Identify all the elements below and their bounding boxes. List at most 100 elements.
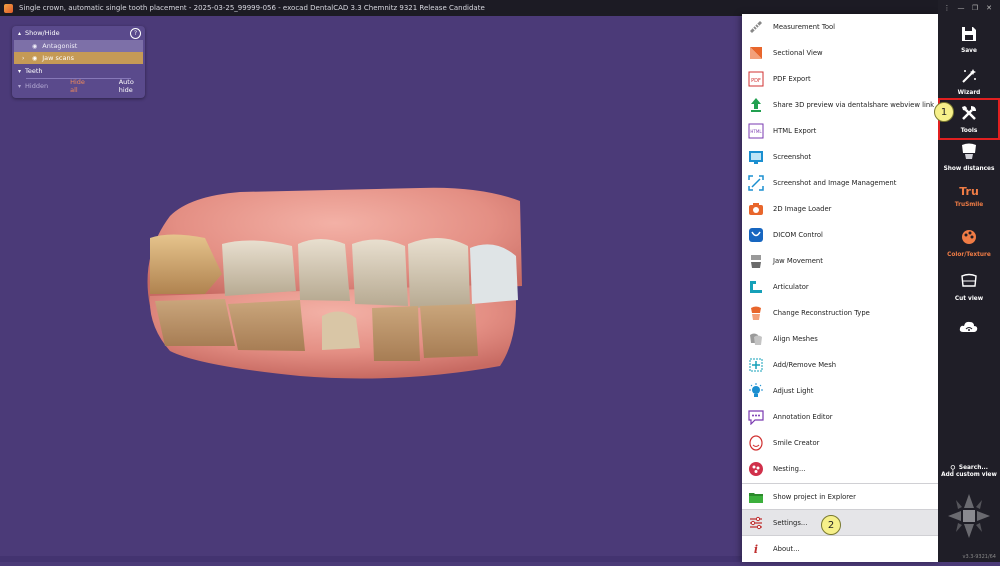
cut-view-button[interactable]: Cut view bbox=[938, 272, 1000, 314]
toolbar-label: Wizard bbox=[957, 90, 981, 96]
menu-item-label: DICOM Control bbox=[773, 231, 823, 239]
chevron-down-icon: ▾ bbox=[18, 67, 22, 75]
menu-item-label: PDF Export bbox=[773, 75, 811, 83]
visibility-row-jaw-scans[interactable]: › ◉ Jaw scans bbox=[14, 52, 143, 64]
close-icon[interactable]: ✕ bbox=[982, 4, 996, 12]
menu-item-label: HTML Export bbox=[773, 127, 817, 135]
app-logo-icon bbox=[4, 3, 13, 13]
toolbar-label: Show distances bbox=[943, 166, 995, 172]
menu-item-pdf-export[interactable]: PDF PDF Export bbox=[742, 66, 938, 92]
share-upload-icon bbox=[748, 97, 764, 113]
menu-item-screenshot[interactable]: Screenshot bbox=[742, 144, 938, 170]
articulator-icon bbox=[748, 279, 764, 295]
view-cube-navigator-icon[interactable] bbox=[944, 490, 994, 548]
menu-item-html-export[interactable]: HTML HTML Export bbox=[742, 118, 938, 144]
info-icon: i bbox=[753, 542, 759, 556]
screenshot-management-icon bbox=[748, 175, 764, 191]
teeth-section[interactable]: ▾ Teeth bbox=[12, 64, 145, 78]
menu-item-label: Measurement Tool bbox=[773, 23, 836, 31]
light-bulb-icon bbox=[748, 383, 764, 399]
menu-item-annotation-editor[interactable]: Annotation Editor bbox=[742, 404, 938, 430]
dicom-icon bbox=[748, 227, 764, 243]
menu-item-label: Align Meshes bbox=[773, 335, 818, 343]
menu-item-show-project-in-explorer[interactable]: Show project in Explorer bbox=[742, 484, 938, 510]
menu-item-label: Add/Remove Mesh bbox=[773, 361, 837, 369]
trusmile-button[interactable]: Tru TruSmile bbox=[938, 184, 1000, 226]
teeth-label: Teeth bbox=[25, 67, 43, 75]
trusmile-icon: Tru bbox=[959, 185, 979, 198]
menu-item-change-reconstruction-type[interactable]: Change Reconstruction Type bbox=[742, 300, 938, 326]
cloud-button[interactable] bbox=[938, 318, 1000, 360]
menu-item-label: About... bbox=[773, 545, 800, 553]
row-label: Jaw scans bbox=[42, 54, 74, 62]
help-icon[interactable]: ? bbox=[130, 27, 141, 39]
folder-icon bbox=[748, 489, 764, 505]
menu-item-screenshot-image-management[interactable]: Screenshot and Image Management bbox=[742, 170, 938, 196]
ruler-icon bbox=[748, 19, 764, 35]
menu-item-smile-creator[interactable]: Smile Creator bbox=[742, 430, 938, 456]
cut-view-icon bbox=[960, 272, 978, 294]
menu-item-measurement-tool[interactable]: Measurement Tool bbox=[742, 14, 938, 40]
menu-item-label: 2D Image Loader bbox=[773, 205, 832, 213]
menu-item-add-remove-mesh[interactable]: Add/Remove Mesh bbox=[742, 352, 938, 378]
menu-item-label: Change Reconstruction Type bbox=[773, 309, 870, 317]
menu-item-nesting[interactable]: Nesting... bbox=[742, 456, 938, 482]
version-label: v3.3-9321/64 bbox=[962, 554, 997, 560]
html-icon: HTML bbox=[748, 123, 764, 139]
hidden-section: ▾ Hidden Hide all Auto hide bbox=[12, 78, 145, 94]
show-hide-header[interactable]: ▴ Show/Hide ? bbox=[12, 26, 145, 40]
pdf-icon: PDF bbox=[748, 71, 764, 87]
window-title: Single crown, automatic single tooth pla… bbox=[19, 4, 485, 12]
show-distances-button[interactable]: Show distances bbox=[938, 142, 1000, 184]
menu-item-articulator[interactable]: Articulator bbox=[742, 274, 938, 300]
menu-item-label: Annotation Editor bbox=[773, 413, 833, 421]
tools-icon bbox=[960, 104, 978, 126]
menu-item-label: Adjust Light bbox=[773, 387, 814, 395]
eye-icon[interactable]: ◉ bbox=[32, 43, 37, 50]
sectional-view-icon bbox=[748, 45, 764, 61]
right-toolbar: ⋮ — ❐ ✕ Save Wizard Tools Show distances… bbox=[938, 0, 1000, 562]
menu-item-sectional-view[interactable]: Sectional View bbox=[742, 40, 938, 66]
menu-item-label: Sectional View bbox=[773, 49, 823, 57]
menu-item-about[interactable]: i About... bbox=[742, 536, 938, 562]
toolbar-label: TruSmile bbox=[954, 202, 984, 208]
viewport-bottom-strip bbox=[0, 556, 742, 562]
menu-item-label: Nesting... bbox=[773, 465, 806, 473]
minimize-icon[interactable]: — bbox=[954, 4, 968, 12]
align-meshes-icon bbox=[748, 331, 764, 347]
menu-item-share-3d-preview[interactable]: Share 3D preview via dentalshare webview… bbox=[742, 92, 938, 118]
chevron-down-icon: ▾ bbox=[18, 82, 22, 90]
menu-item-align-meshes[interactable]: Align Meshes bbox=[742, 326, 938, 352]
menu-item-label: Jaw Movement bbox=[773, 257, 823, 265]
save-button[interactable]: Save bbox=[938, 26, 1000, 68]
more-options-icon[interactable]: ⋮ bbox=[940, 4, 954, 12]
show-distances-icon bbox=[960, 142, 978, 164]
chevron-up-icon: ▴ bbox=[18, 29, 22, 37]
add-remove-mesh-icon bbox=[748, 357, 764, 373]
show-hide-title: Show/Hide bbox=[25, 29, 60, 37]
callout-2: 2 bbox=[821, 515, 841, 535]
callout-1: 1 bbox=[934, 102, 954, 122]
restore-icon[interactable]: ❐ bbox=[968, 4, 982, 12]
chevron-right-icon[interactable]: › bbox=[22, 55, 26, 62]
reconstruction-type-icon bbox=[748, 305, 764, 321]
screenshot-icon bbox=[748, 149, 764, 165]
show-hide-panel: ▴ Show/Hide ? ◉ Antagonist › ◉ Jaw scans… bbox=[12, 26, 145, 98]
wizard-icon bbox=[961, 68, 977, 88]
menu-item-label: Smile Creator bbox=[773, 439, 820, 447]
menu-item-2d-image-loader[interactable]: 2D Image Loader bbox=[742, 196, 938, 222]
menu-item-dicom-control[interactable]: DICOM Control bbox=[742, 222, 938, 248]
nesting-icon bbox=[748, 461, 764, 477]
auto-hide-button[interactable]: Auto hide bbox=[119, 78, 145, 94]
menu-item-adjust-light[interactable]: Adjust Light bbox=[742, 378, 938, 404]
visibility-row-antagonist[interactable]: ◉ Antagonist bbox=[14, 40, 143, 52]
menu-item-label: Articulator bbox=[773, 283, 809, 291]
menu-item-label: Screenshot bbox=[773, 153, 812, 161]
camera-icon bbox=[748, 201, 764, 217]
hide-all-button[interactable]: Hide all bbox=[70, 78, 91, 94]
menu-item-jaw-movement[interactable]: Jaw Movement bbox=[742, 248, 938, 274]
menu-item-label: Screenshot and Image Management bbox=[773, 179, 897, 187]
color-texture-button[interactable]: Color/Texture bbox=[938, 228, 1000, 270]
add-custom-view-button[interactable]: Add custom view bbox=[938, 470, 1000, 484]
eye-icon[interactable]: ◉ bbox=[32, 55, 37, 62]
